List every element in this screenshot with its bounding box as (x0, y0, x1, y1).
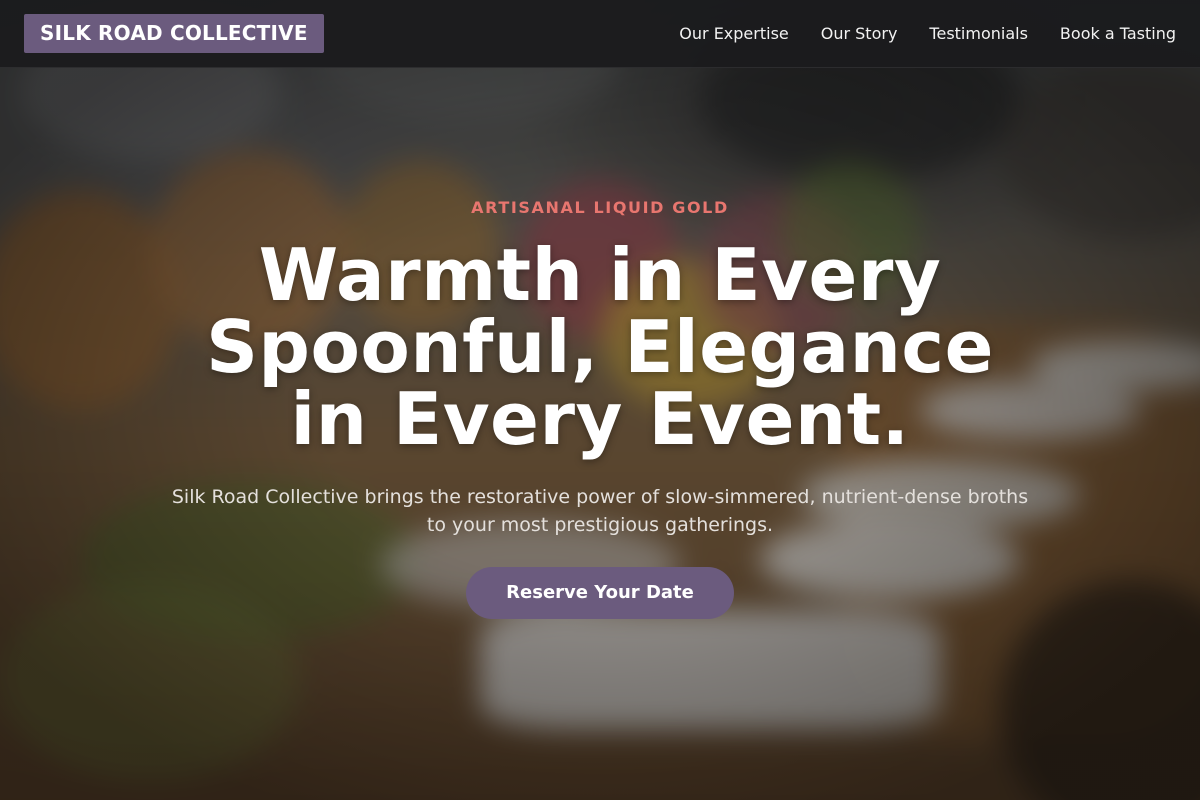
hero-eyebrow: ARTISANAL LIQUID GOLD (471, 198, 729, 217)
nav-links: Our Expertise Our Story Testimonials Boo… (679, 24, 1176, 43)
top-navbar: SILK ROAD COLLECTIVE Our Expertise Our S… (0, 0, 1200, 68)
nav-link-book-a-tasting[interactable]: Book a Tasting (1060, 24, 1176, 43)
hero-content: ARTISANAL LIQUID GOLD Warmth in Every Sp… (0, 198, 1200, 619)
nav-link-our-expertise[interactable]: Our Expertise (679, 24, 788, 43)
nav-link-our-story[interactable]: Our Story (821, 24, 898, 43)
hero-subtitle: Silk Road Collective brings the restorat… (171, 486, 1029, 536)
nav-link-testimonials[interactable]: Testimonials (929, 24, 1028, 43)
reserve-date-button[interactable]: Reserve Your Date (466, 567, 734, 619)
hero-headline: Warmth in Every Spoonful, Elegance in Ev… (206, 233, 994, 461)
brand-logo[interactable]: SILK ROAD COLLECTIVE (24, 14, 324, 53)
